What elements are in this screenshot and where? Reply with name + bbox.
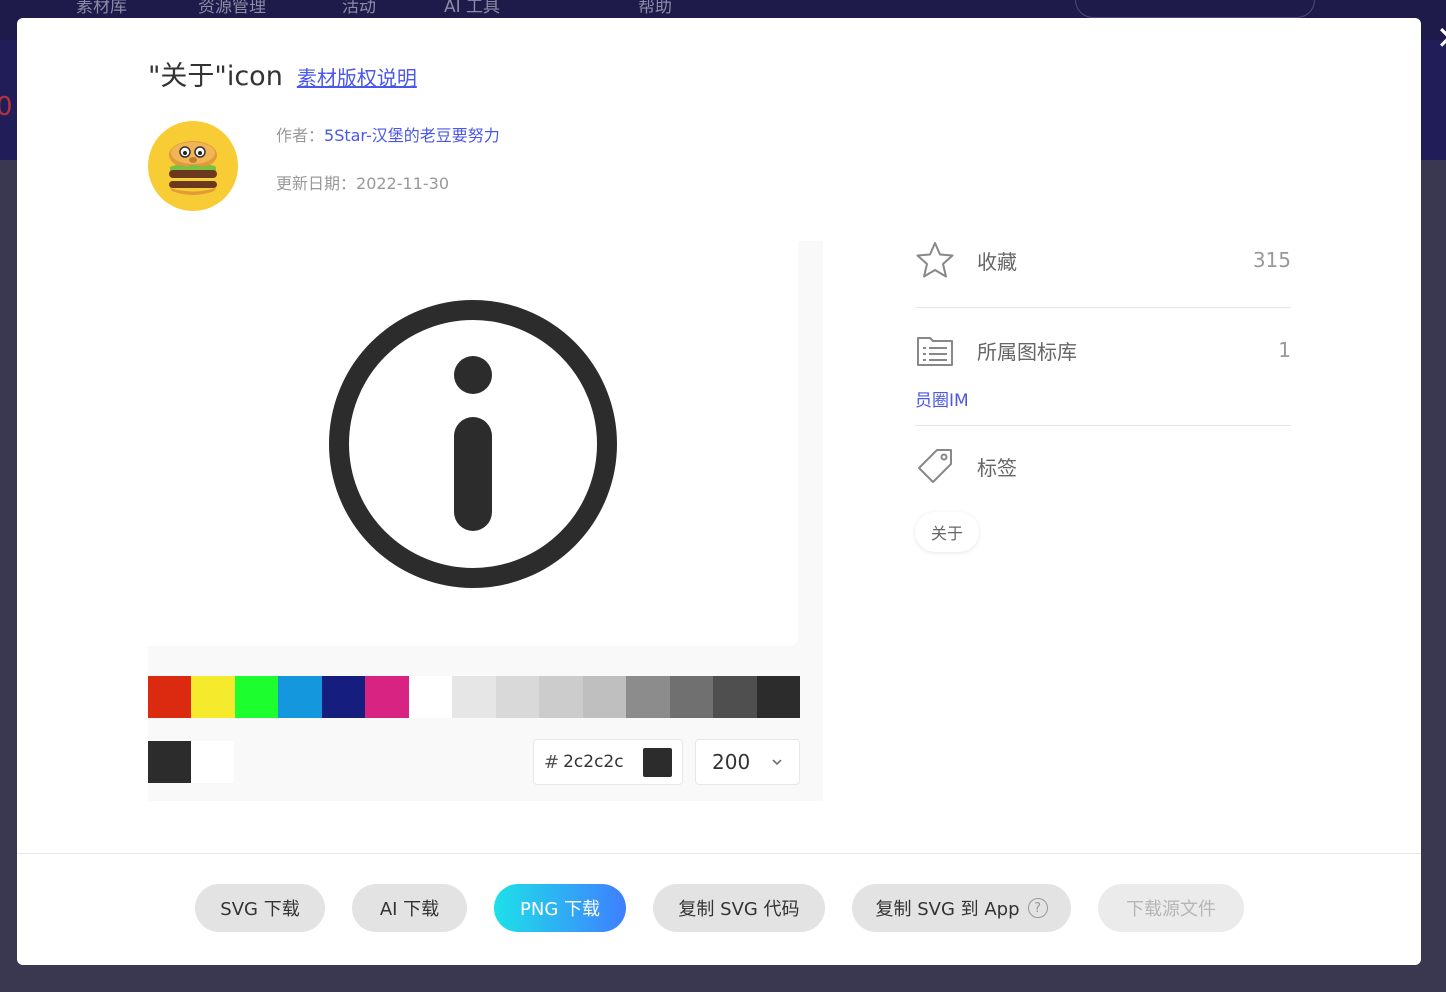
divider xyxy=(915,425,1291,426)
color-swatch[interactable] xyxy=(408,676,453,718)
size-select[interactable]: 200 xyxy=(695,739,800,785)
preview-panel: # 200 xyxy=(148,241,823,801)
recent-colors xyxy=(148,741,234,783)
updated-date: 2022-11-30 xyxy=(356,174,449,193)
tags-label: 标签 xyxy=(977,455,1017,480)
info-circle-icon xyxy=(329,300,617,588)
recent-color-swatch[interactable] xyxy=(191,741,234,783)
svg-download-button[interactable]: SVG 下载 xyxy=(195,884,325,932)
chevron-down-icon xyxy=(772,759,782,766)
author-label: 作者： xyxy=(276,126,325,145)
updated-label: 更新日期： xyxy=(276,174,357,193)
color-swatch[interactable] xyxy=(495,676,540,718)
updated-line: 更新日期：2022-11-30 xyxy=(276,170,449,194)
recent-color-swatch[interactable] xyxy=(148,741,191,783)
library-row: 所属图标库 1 xyxy=(915,328,1291,372)
folder-list-icon xyxy=(917,337,953,366)
color-swatch[interactable] xyxy=(756,676,801,718)
footer-divider xyxy=(17,853,1421,854)
color-swatch[interactable] xyxy=(234,676,279,718)
color-swatch[interactable] xyxy=(669,676,714,718)
color-palette xyxy=(148,676,801,718)
close-icon[interactable]: ✕ xyxy=(1436,22,1446,54)
title-row: "关于"icon 素材版权说明 xyxy=(148,54,417,93)
favorite-row[interactable]: 收藏 315 xyxy=(915,238,1291,282)
author-line: 作者：5Star-汉堡的老豆要努力 xyxy=(276,122,500,146)
color-swatch[interactable] xyxy=(278,676,322,718)
library-name-link[interactable]: 员圈IM xyxy=(915,386,969,411)
bg-search-box[interactable] xyxy=(1075,0,1315,18)
author-name-link[interactable]: 5Star-汉堡的老豆要努力 xyxy=(324,126,500,145)
hex-color-field[interactable]: # xyxy=(533,739,683,785)
icon-title: "关于"icon xyxy=(148,61,283,92)
png-download-button[interactable]: PNG 下载 xyxy=(494,884,626,932)
tags-row: 标签 xyxy=(915,444,1291,488)
hex-prefix: # xyxy=(544,751,560,773)
favorite-count: 315 xyxy=(1252,248,1291,272)
divider xyxy=(915,307,1291,308)
bg-nav-activities[interactable]: 活动 xyxy=(342,0,376,17)
info-panel: 收藏 315 所属图标库 1 员圈IM 标签 关于 xyxy=(915,238,1291,552)
library-count: 1 xyxy=(1278,338,1291,362)
hamburger-avatar-icon xyxy=(169,141,217,195)
copy-svg-code-button[interactable]: 复制 SVG 代码 xyxy=(653,884,825,932)
size-value: 200 xyxy=(712,750,751,774)
copy-svg-to-app-label: 复制 SVG 到 App xyxy=(875,899,1020,920)
color-swatch[interactable] xyxy=(713,676,757,718)
color-swatch[interactable] xyxy=(582,676,627,718)
tag-chip[interactable]: 关于 xyxy=(915,512,980,552)
favorite-label: 收藏 xyxy=(977,249,1017,274)
color-swatch[interactable] xyxy=(452,676,496,718)
color-swatch[interactable] xyxy=(191,676,235,718)
library-label: 所属图标库 xyxy=(977,339,1077,364)
hex-color-input[interactable] xyxy=(563,752,644,772)
author-avatar[interactable] xyxy=(148,121,238,211)
background-accent: 0 xyxy=(0,92,13,122)
star-icon[interactable] xyxy=(915,240,955,280)
color-swatch[interactable] xyxy=(539,676,583,718)
bg-nav-help[interactable]: 帮助 xyxy=(638,0,672,17)
preview-canvas xyxy=(148,241,798,646)
copy-svg-to-app-button[interactable]: 复制 SVG 到 App ? xyxy=(852,884,1071,932)
color-swatch[interactable] xyxy=(148,676,192,718)
color-swatch[interactable] xyxy=(626,676,670,718)
copyright-link[interactable]: 素材版权说明 xyxy=(297,62,417,91)
bg-nav-resources[interactable]: 资源管理 xyxy=(198,0,266,17)
color-swatch[interactable] xyxy=(321,676,366,718)
bg-nav-materials[interactable]: 素材库 xyxy=(76,0,127,17)
color-swatch[interactable] xyxy=(365,676,409,718)
icon-detail-modal: "关于"icon 素材版权说明 作者：5Star-汉堡的老豆要努力 更新日期：2… xyxy=(17,18,1421,965)
bg-nav-ai-tools[interactable]: AI 工具 xyxy=(444,0,500,17)
download-source-button: 下载源文件 xyxy=(1098,884,1244,932)
tag-icon xyxy=(918,449,952,483)
current-color-chip[interactable] xyxy=(643,748,672,777)
help-icon[interactable]: ? xyxy=(1027,898,1048,918)
ai-download-button[interactable]: AI 下载 xyxy=(352,884,467,932)
